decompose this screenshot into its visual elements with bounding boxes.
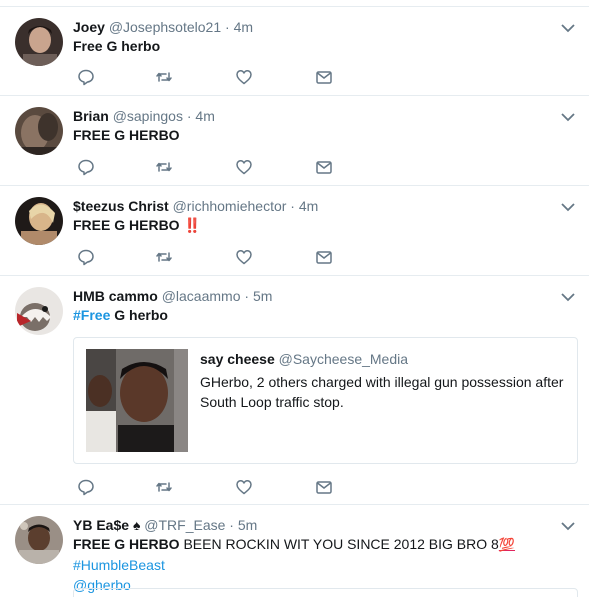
tweet-actions <box>77 248 357 266</box>
retweet-icon[interactable] <box>155 478 173 496</box>
display-name[interactable]: $teezus Christ <box>73 198 169 214</box>
avatar[interactable] <box>15 516 63 564</box>
tweet[interactable]: $teezus Christ @richhomiehector · 4m FRE… <box>0 186 589 276</box>
timestamp[interactable]: 4m <box>195 108 214 124</box>
username[interactable]: @sapingos <box>113 108 183 124</box>
card-preview[interactable] <box>73 588 578 597</box>
retweet-icon[interactable] <box>155 158 173 176</box>
quoted-tweet-image <box>86 349 188 452</box>
tweet-text: FREE G HERBO <box>73 125 573 145</box>
quoted-tweet-text: GHerbo, 2 others charged with illegal gu… <box>200 374 564 410</box>
timestamp[interactable]: 5m <box>253 288 272 304</box>
avatar[interactable] <box>15 287 63 335</box>
chevron-down-icon[interactable] <box>561 202 575 212</box>
hashtag-link[interactable]: #HumbleBeast <box>73 557 165 573</box>
tweet-text-body: G herbo <box>110 307 168 323</box>
separator: · <box>186 108 192 124</box>
quoted-username[interactable]: @Saycheese_Media <box>279 351 408 367</box>
quoted-display-name[interactable]: say cheese <box>200 351 275 367</box>
tweet-text-bold: FREE G HERBO <box>73 536 180 552</box>
reply-icon[interactable] <box>77 248 95 266</box>
tweet-header: YB Ea$e ♠ @TRF_Ease · 5m <box>73 516 257 534</box>
username[interactable]: @TRF_Ease <box>144 517 225 533</box>
username[interactable]: @Josephsotelo21 <box>109 19 221 35</box>
direct-message-icon[interactable] <box>315 158 333 176</box>
tweet-text: Free G herbo <box>73 36 573 56</box>
separator: · <box>244 288 250 304</box>
display-name[interactable]: YB Ea$e <box>73 517 129 533</box>
tweet-header: HMB cammo @lacaammo · 5m <box>73 287 272 305</box>
chevron-down-icon[interactable] <box>561 521 575 531</box>
tweet-text: FREE G HERBO ‼️ <box>73 215 573 235</box>
tweet-text-body: FREE G HERBO <box>73 127 180 143</box>
tweet-text: FREE G HERBO BEEN ROCKIN WIT YOU SINCE 2… <box>73 534 573 595</box>
avatar[interactable] <box>15 107 63 155</box>
display-name[interactable]: Joey <box>73 19 105 35</box>
retweet-icon[interactable] <box>155 248 173 266</box>
tweet-actions <box>77 68 357 86</box>
reply-icon[interactable] <box>77 478 95 496</box>
tweet-text-body: Free G herbo <box>73 38 161 54</box>
tweet[interactable]: YB Ea$e ♠ @TRF_Ease · 5m FREE G HERBO BE… <box>0 505 589 597</box>
quoted-tweet-header: say cheese @Saycheese_Media <box>200 350 408 368</box>
reply-icon[interactable] <box>77 158 95 176</box>
display-name[interactable]: Brian <box>73 108 109 124</box>
timestamp[interactable]: 5m <box>238 517 257 533</box>
tweet-actions <box>77 478 357 496</box>
double-exclamation-emoji: ‼️ <box>183 217 201 233</box>
separator: · <box>229 517 234 533</box>
tweet[interactable]: Brian @sapingos · 4m FREE G HERBO <box>0 96 589 186</box>
separator: · <box>290 198 295 214</box>
username[interactable]: @lacaammo <box>162 288 241 304</box>
tweet[interactable]: Joey @Josephsotelo21 · 4m Free G herbo <box>0 7 589 96</box>
separator: · <box>225 19 230 35</box>
hundred-points-emoji: 💯 <box>498 537 516 552</box>
tweet-feed: Joey @Josephsotelo21 · 4m Free G herbo B… <box>0 0 589 597</box>
avatar[interactable] <box>15 197 63 245</box>
like-icon[interactable] <box>235 248 253 266</box>
tweet-header: Brian @sapingos · 4m <box>73 107 215 125</box>
reply-icon[interactable] <box>77 68 95 86</box>
tweet-text: #Free G herbo <box>73 305 573 325</box>
direct-message-icon[interactable] <box>315 68 333 86</box>
like-icon[interactable] <box>235 68 253 86</box>
timestamp[interactable]: 4m <box>234 19 253 35</box>
tweet-header: Joey @Josephsotelo21 · 4m <box>73 18 253 36</box>
username[interactable]: @richhomiehector <box>173 198 287 214</box>
spade-emoji: ♠ <box>132 517 141 533</box>
tweet-text-body: FREE G HERBO <box>73 217 180 233</box>
chevron-down-icon[interactable] <box>561 292 575 302</box>
hashtag-link[interactable]: #Free <box>73 307 110 323</box>
like-icon[interactable] <box>235 158 253 176</box>
tweet[interactable]: HMB cammo @lacaammo · 5m #Free G herbo s… <box>0 276 589 505</box>
direct-message-icon[interactable] <box>315 478 333 496</box>
avatar[interactable] <box>15 18 63 66</box>
timestamp[interactable]: 4m <box>299 198 318 214</box>
chevron-down-icon[interactable] <box>561 112 575 122</box>
retweet-icon[interactable] <box>155 68 173 86</box>
tweet-header: $teezus Christ @richhomiehector · 4m <box>73 197 318 215</box>
like-icon[interactable] <box>235 478 253 496</box>
chevron-down-icon[interactable] <box>561 23 575 33</box>
tweet-text-body: BEEN ROCKIN WIT YOU SINCE 2012 BIG BRO 8 <box>179 536 499 552</box>
direct-message-icon[interactable] <box>315 248 333 266</box>
tweet-actions <box>77 158 357 176</box>
quoted-tweet-card[interactable]: say cheese @Saycheese_Media GHerbo, 2 ot… <box>73 337 578 464</box>
display-name[interactable]: HMB cammo <box>73 288 158 304</box>
